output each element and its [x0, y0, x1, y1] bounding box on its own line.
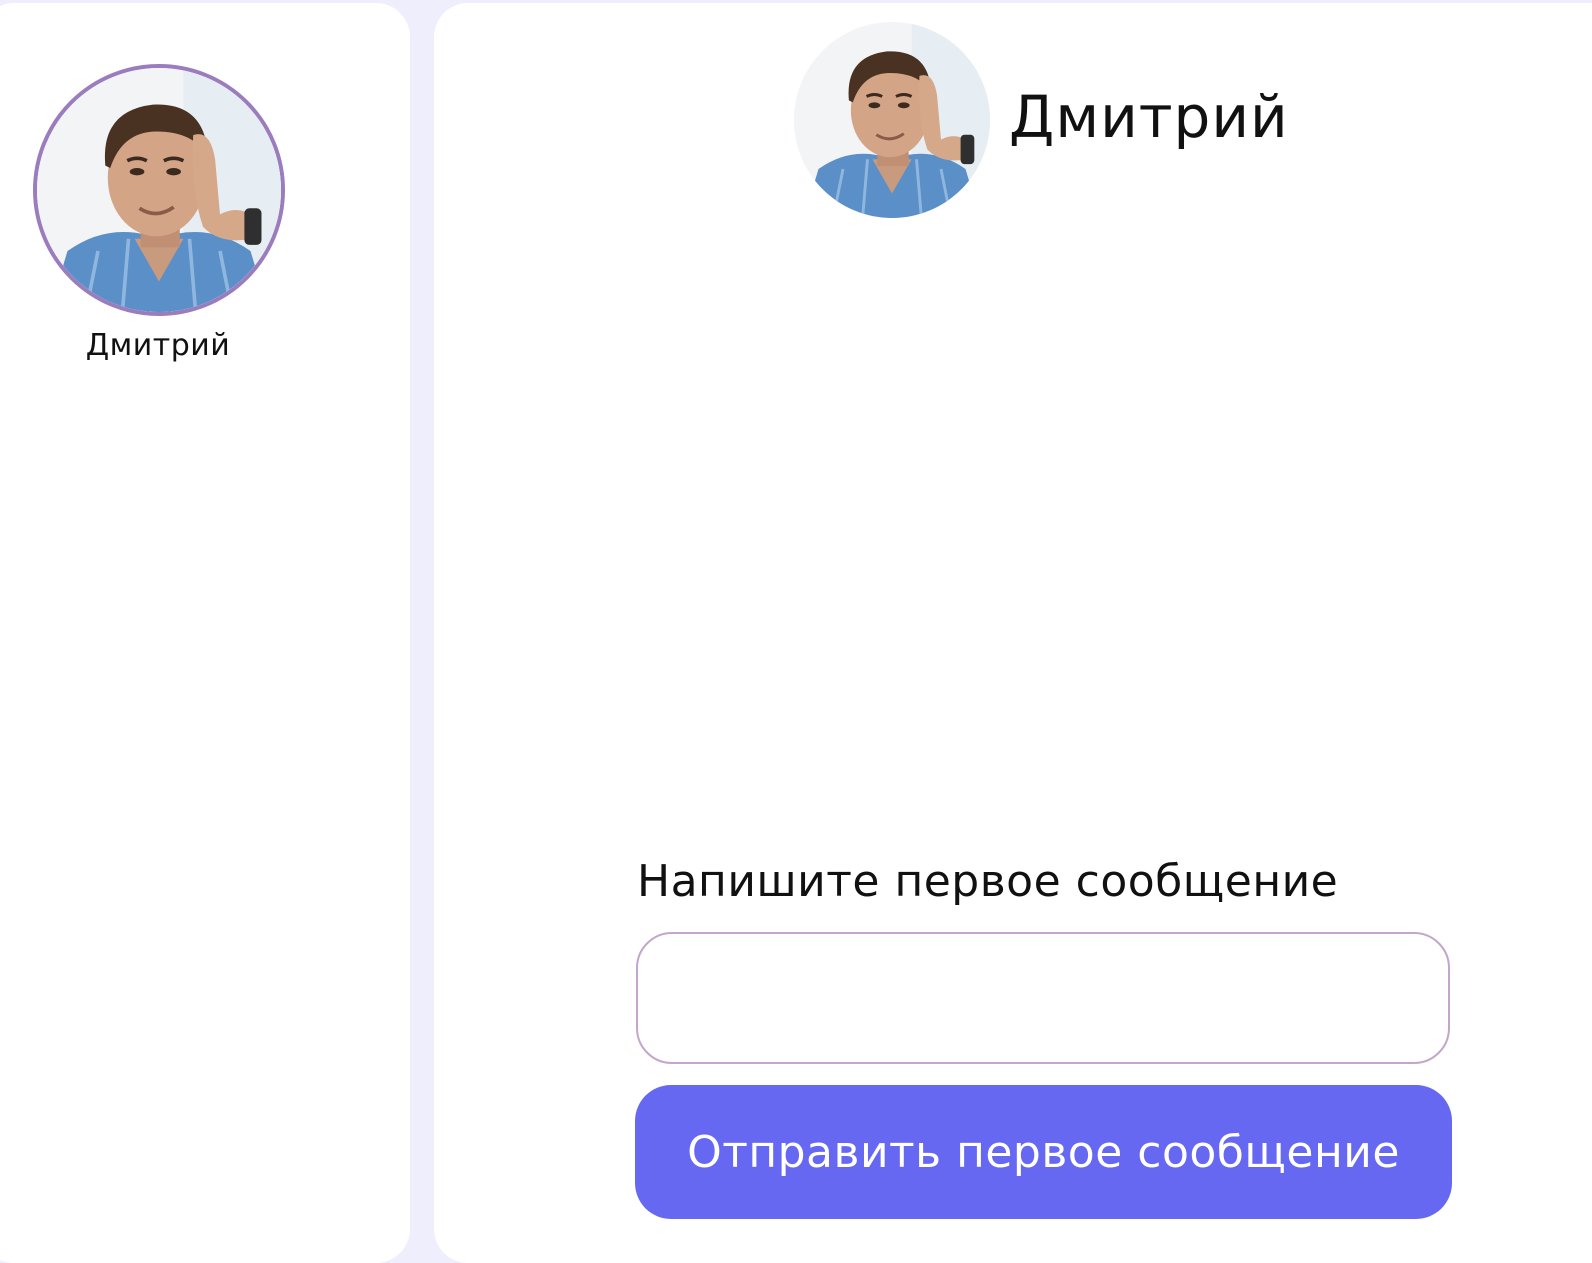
- send-first-message-button[interactable]: Отправить первое сообщение: [635, 1085, 1452, 1219]
- chat-header-avatar: [794, 22, 990, 218]
- chat-panel: [434, 3, 1592, 1263]
- contact-name[interactable]: Дмитрий: [40, 328, 276, 363]
- chat-header-name: Дмитрий: [1009, 83, 1289, 151]
- empty-chat-prompt: Напишите первое сообщение: [637, 856, 1339, 907]
- message-input[interactable]: [636, 932, 1450, 1064]
- person-photo-icon: [794, 22, 990, 218]
- person-photo-icon: [37, 68, 281, 312]
- contact-avatar[interactable]: [33, 64, 285, 316]
